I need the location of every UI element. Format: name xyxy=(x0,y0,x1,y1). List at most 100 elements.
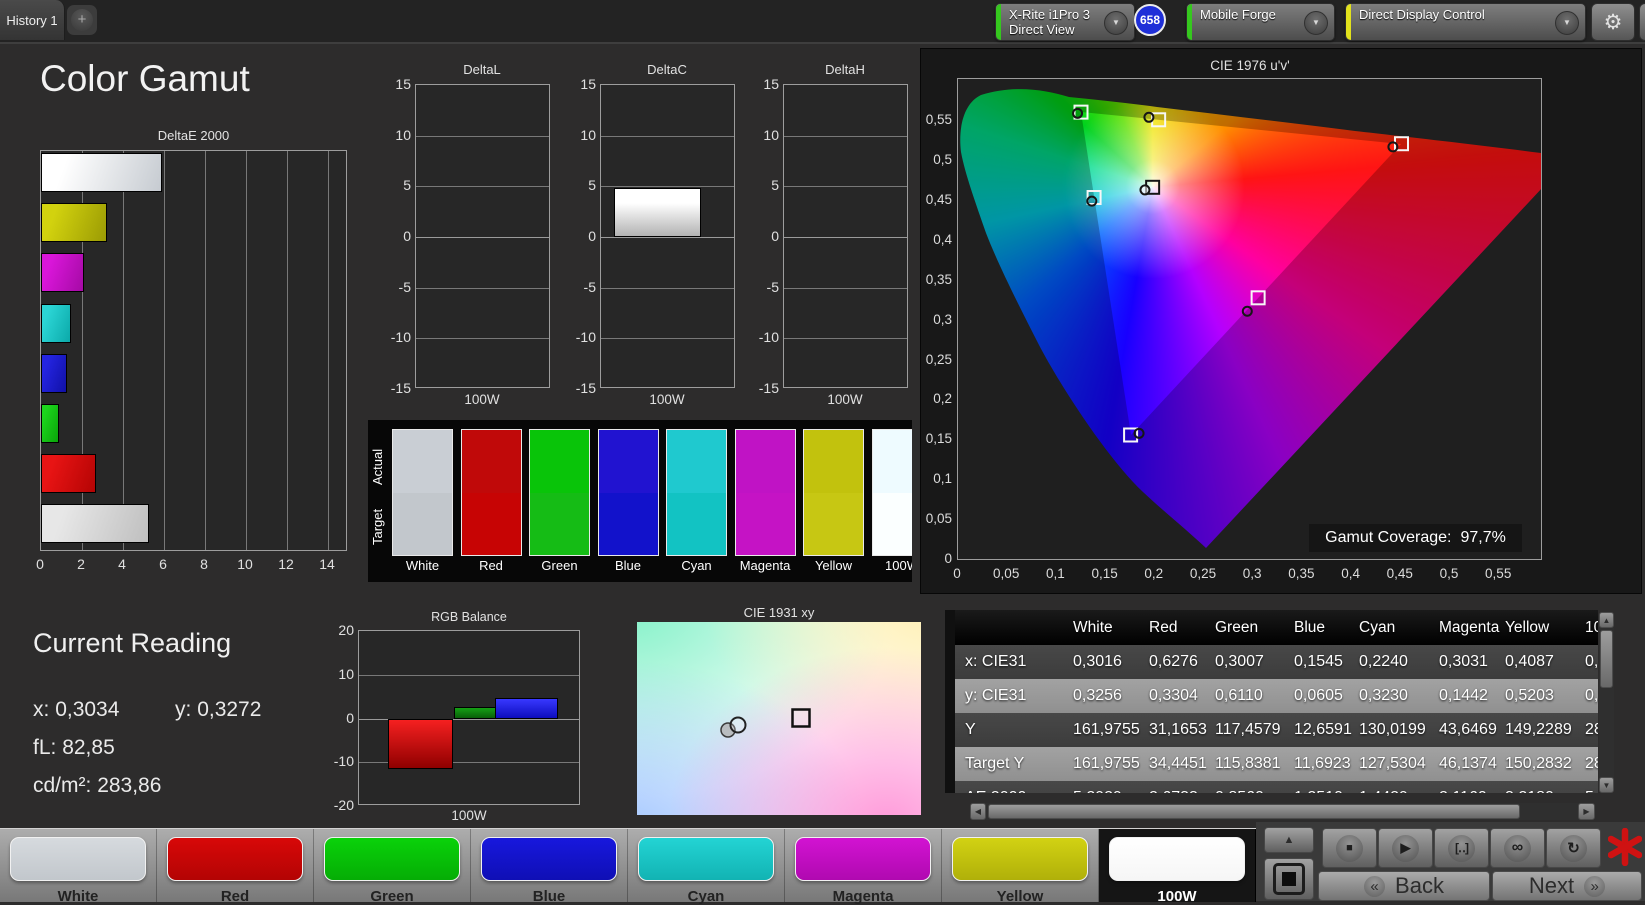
patch-button-100w[interactable]: 100W xyxy=(1099,829,1256,905)
table-cell: 161,9755 xyxy=(1073,755,1140,772)
measurement-table: White Red Green Blue Cyan Magenta Yellow 100W x:… xyxy=(945,610,1598,793)
patch-window-button[interactable] xyxy=(1264,858,1314,900)
gridline xyxy=(164,151,165,550)
display-control-dropdown[interactable]: Direct Display Control ▼ xyxy=(1345,3,1586,41)
axis-tick-label: -20 xyxy=(333,797,354,813)
patch-chip xyxy=(952,837,1088,881)
axis-tick-label: -10 xyxy=(333,753,354,770)
table-horizontal-scrollbar[interactable]: ◀ ▶ xyxy=(970,803,1595,820)
deltal-x-label: 100W xyxy=(464,392,500,407)
measured-marker-red xyxy=(1387,141,1399,153)
stop-button[interactable]: ■ xyxy=(1322,828,1377,868)
meter-dropdown[interactable]: X-Rite i1Pro 3 Direct View ▼ xyxy=(995,3,1135,41)
table-row: ΔE 2000 5,2929 2,6733 0,8560 1,2510 1,4429 2,1… xyxy=(955,781,1598,793)
table-header-100W: 100W xyxy=(1585,619,1598,636)
swatch-label: Blue xyxy=(614,558,642,573)
swatch-label: 100W xyxy=(885,558,912,573)
table-header-Red: Red xyxy=(1149,619,1178,636)
table-cell: 5,9127 xyxy=(1585,781,1598,793)
continuous-mode-button[interactable]: ∞ xyxy=(1490,828,1545,868)
axis-tick-label: 0,05 xyxy=(925,511,952,527)
recording-asterisk-icon xyxy=(1608,828,1642,866)
swatch-actual xyxy=(393,430,452,493)
scroll-down-icon[interactable]: ▼ xyxy=(1599,777,1614,793)
loop-icon: ∞ xyxy=(1504,834,1531,862)
deltah-chart-title: DeltaH xyxy=(825,62,865,77)
axis-tick-label: -10 xyxy=(575,329,596,346)
swatch-cyan xyxy=(666,429,727,556)
back-button[interactable]: « Back xyxy=(1318,871,1490,901)
axis-tick-label: 0,25 xyxy=(1189,566,1217,581)
axis-tick-label: 0,15 xyxy=(925,431,952,447)
horizontal-scroll-thumb[interactable] xyxy=(988,804,1520,819)
scroll-right-icon[interactable]: ▶ xyxy=(1578,803,1595,820)
patch-button-yellow[interactable]: Yellow xyxy=(942,829,1099,905)
table-vertical-scrollbar[interactable]: ▲ ▼ xyxy=(1599,612,1614,793)
swatch-blue xyxy=(597,429,659,556)
play-icon: ▶ xyxy=(1392,834,1419,862)
deltal-chart-title: DeltaL xyxy=(463,62,501,77)
source-dropdown[interactable]: Mobile Forge ▼ xyxy=(1186,3,1335,41)
calman-color-gamut-screen: { "topbar": { "tab": "History 1", "add_t… xyxy=(0,0,1645,905)
gridline xyxy=(784,287,907,289)
scroll-up-icon[interactable]: ▲ xyxy=(1599,612,1614,628)
deltae-bar-red xyxy=(41,454,96,494)
axis-tick-label: -15 xyxy=(575,379,596,396)
gridline xyxy=(601,237,734,238)
gridline xyxy=(416,287,549,289)
axis-tick-label: 10 xyxy=(395,126,411,143)
patch-button-red[interactable]: Red xyxy=(157,829,314,905)
deltae-bar-magenta xyxy=(41,253,85,293)
patch-chip xyxy=(1109,837,1245,881)
axis-tick-label: 8 xyxy=(200,556,208,572)
axis-tick-label: 15 xyxy=(580,76,596,93)
table-cell: 43,6469 xyxy=(1439,721,1497,738)
table-header-Blue: Blue xyxy=(1294,619,1326,636)
scroll-left-icon[interactable]: ◀ xyxy=(970,803,986,820)
patch-button-white[interactable]: White xyxy=(0,829,157,905)
table-cell: 117,4579 xyxy=(1215,721,1281,738)
collapse-panel-button[interactable]: ▲ xyxy=(1264,827,1314,853)
swatch-target xyxy=(461,492,521,555)
tab-history-1[interactable]: History 1 xyxy=(0,0,65,40)
next-button[interactable]: Next » xyxy=(1492,871,1642,901)
vertical-scroll-thumb[interactable] xyxy=(1600,630,1613,688)
reading-y: y: 0,3272 xyxy=(175,698,262,721)
axis-tick-label: 0,1 xyxy=(933,471,952,487)
table-cell: 150,2832 xyxy=(1505,755,1572,772)
patch-button-magenta[interactable]: Magenta xyxy=(785,829,942,905)
table-cell: 1,4429 xyxy=(1359,781,1408,793)
reading-cdm2: cd/m²: 283,86 xyxy=(33,774,162,797)
table-cell: 0,3034 xyxy=(1585,653,1598,670)
axis-tick-label: 0,3 xyxy=(1242,566,1262,581)
swatch-actual xyxy=(804,430,863,493)
deltac-x-label: 100W xyxy=(649,392,685,407)
gridline xyxy=(123,151,124,550)
step-mode-button[interactable]: [‥] xyxy=(1434,828,1489,868)
add-tab-button[interactable]: + xyxy=(67,5,97,35)
rgb-bar-red xyxy=(388,718,453,770)
refresh-button[interactable]: ↻ xyxy=(1546,828,1601,868)
next-icon: » xyxy=(1584,875,1606,897)
axis-tick-label: 15 xyxy=(395,76,411,93)
table-cell: 0,4087 xyxy=(1505,653,1554,670)
swatch-white xyxy=(392,429,453,556)
table-cell: 283,9755 xyxy=(1585,755,1598,772)
patch-button-cyan[interactable]: Cyan xyxy=(628,829,785,905)
table-cell: 0,1545 xyxy=(1294,653,1343,670)
stop-icon: ■ xyxy=(1336,834,1363,862)
patch-button-blue[interactable]: Blue xyxy=(471,829,628,905)
table-cell: 130,0199 xyxy=(1359,721,1426,738)
axis-tick-label: 0,2 xyxy=(933,391,952,407)
patch-button-green[interactable]: Green xyxy=(314,829,471,905)
play-button[interactable]: ▶ xyxy=(1378,828,1433,868)
table-cell: 0,8560 xyxy=(1215,781,1264,793)
table-header-Cyan: Cyan xyxy=(1359,619,1396,636)
swatch-target xyxy=(804,492,863,555)
table-cell: 12,6591 xyxy=(1294,721,1352,738)
overflow-button[interactable] xyxy=(1639,3,1645,41)
settings-button[interactable]: ⚙ xyxy=(1591,3,1635,41)
axis-tick-label: 0,4 xyxy=(1341,566,1360,581)
chevron-down-icon: ▼ xyxy=(1555,11,1579,35)
session-controls-panel: ▲ ■ ▶ [‥] ∞ ↻ « Back Next » xyxy=(1256,822,1645,901)
